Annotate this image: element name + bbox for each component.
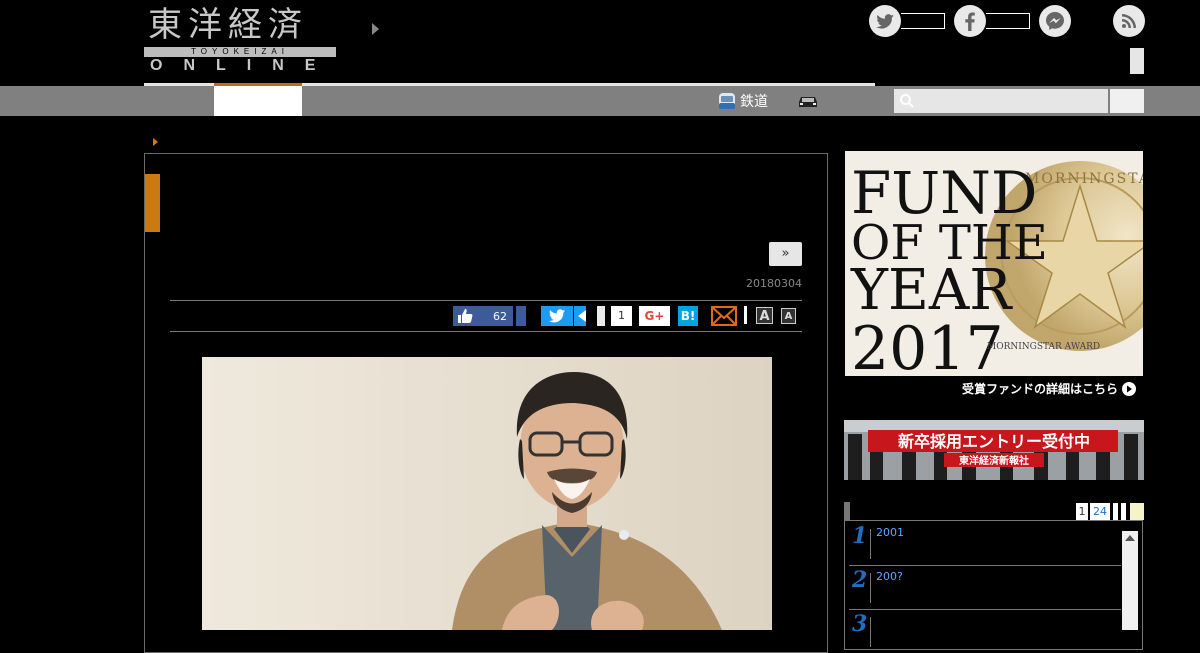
car-icon [799, 97, 817, 107]
fund-award-ad[interactable]: MORNINGSTAR FUND OF THE YEAR 2017 MORNIN… [845, 151, 1143, 376]
recruit-ad[interactable]: 新卒採用エントリー受付中 東洋経済新報社 [844, 420, 1144, 480]
facebook-like-count [986, 13, 1030, 29]
mail-share-button[interactable] [711, 306, 737, 330]
pocket-count: 1 [611, 306, 632, 326]
tweet-button[interactable] [541, 306, 573, 326]
twitter-follow-count [901, 13, 945, 29]
rss-icon [1122, 14, 1136, 28]
search-input[interactable] [894, 89, 1108, 113]
header-menu-button[interactable] [1130, 48, 1144, 74]
scroll-up-icon[interactable] [1125, 535, 1135, 541]
ranking-separator [870, 529, 871, 559]
ranking-tab-week[interactable] [1113, 503, 1118, 520]
ranking-header: 1 24 [844, 502, 1144, 520]
article-title-accent [145, 174, 160, 232]
messenger-icon [1046, 12, 1064, 30]
twitter-icon [876, 14, 894, 29]
rss-button[interactable] [1113, 5, 1145, 37]
ranking-separator [870, 573, 871, 603]
share-bar-top-divider [170, 300, 802, 301]
nav-tab-active[interactable] [214, 83, 302, 116]
logo-kanji: 東洋経済 [148, 5, 308, 45]
thumbs-up-icon [458, 309, 473, 323]
portrait-illustration [202, 357, 772, 630]
share-bar-bottom-divider [170, 331, 802, 332]
fund-award-banner: MORNINGSTAR FUND OF THE YEAR 2017 MORNIN… [845, 151, 1143, 376]
facebook-like-button[interactable] [954, 5, 986, 37]
nav-item-rail[interactable]: 鉄道 [718, 90, 768, 112]
recruit-banner: 新卒採用エントリー受付中 東洋経済新報社 [844, 420, 1144, 480]
rail-icon [719, 93, 735, 109]
ranking-tab-month[interactable] [1121, 503, 1126, 520]
arrow-circle-right-icon [1122, 381, 1137, 396]
ranking-title[interactable]: 2001 [876, 526, 904, 539]
recruit-company: 東洋経済新報社 [959, 454, 1029, 467]
ranking-scrollbar[interactable] [1122, 531, 1138, 630]
article-photo [202, 357, 772, 630]
toolbar-separator [744, 306, 747, 324]
fund-ad-line4: 2017 [851, 314, 1004, 376]
fund-award-link-label: 受賞ファンドの詳細はこちら [962, 382, 1119, 396]
tweet-count [574, 306, 586, 326]
ranking-tab-more[interactable] [1130, 503, 1144, 520]
ranking-tab-1[interactable]: 1 [1076, 503, 1088, 520]
breadcrumb-arrow-icon [153, 138, 158, 146]
twitter-bird-icon [549, 309, 565, 323]
facebook-like-share-button[interactable]: 62 [453, 306, 513, 326]
search-button[interactable] [1110, 89, 1144, 113]
logo-online: ONLINE [150, 57, 337, 74]
ranking-header-marker [844, 502, 850, 520]
hatena-bookmark-button[interactable]: B! [678, 306, 698, 326]
ranking-number: 3 [852, 611, 868, 637]
site-logo[interactable]: 東洋経済 TOYOKEIZAI ONLINE [144, 5, 338, 74]
ranking-number: 2 [852, 567, 868, 593]
ranking-separator [870, 617, 871, 647]
chevron-right-icon [372, 23, 379, 35]
ranking-item[interactable]: 3 [849, 609, 1121, 653]
fund-ad-award-label: MORNINGSTAR AWARD [987, 342, 1100, 352]
font-size-small-button[interactable]: A [781, 308, 796, 324]
ranking-item[interactable]: 1 2001 [849, 521, 1121, 566]
nav-item-rail-label: 鉄道 [740, 94, 768, 110]
mail-icon [711, 306, 737, 326]
messenger-button[interactable] [1039, 5, 1071, 37]
search-icon [900, 94, 914, 108]
recruit-headline: 新卒採用エントリー受付中 [898, 432, 1090, 451]
facebook-icon [965, 12, 975, 31]
fund-award-link[interactable]: 受賞ファンドの詳細はこちら [962, 380, 1137, 397]
ranking-item[interactable]: 2 200? [849, 565, 1121, 610]
twitter-follow-button[interactable] [869, 5, 901, 37]
ranking-tab-24[interactable]: 24 [1090, 503, 1110, 520]
google-plus-button[interactable]: G+ [639, 306, 670, 326]
seal-text: MORNINGSTAR [1025, 171, 1143, 187]
article-date: 20180304 [746, 277, 802, 290]
pocket-button[interactable] [597, 306, 605, 326]
ranking-number: 1 [852, 523, 868, 549]
facebook-like-count-label: 62 [493, 309, 507, 323]
next-page-button[interactable]: » [769, 242, 802, 266]
font-size-large-button[interactable]: A [756, 307, 773, 324]
nav-item-car[interactable] [796, 92, 820, 114]
logo-romaji: TOYOKEIZAI [144, 47, 336, 57]
ranking-title[interactable]: 200? [876, 570, 903, 583]
facebook-share-button[interactable] [516, 306, 526, 326]
